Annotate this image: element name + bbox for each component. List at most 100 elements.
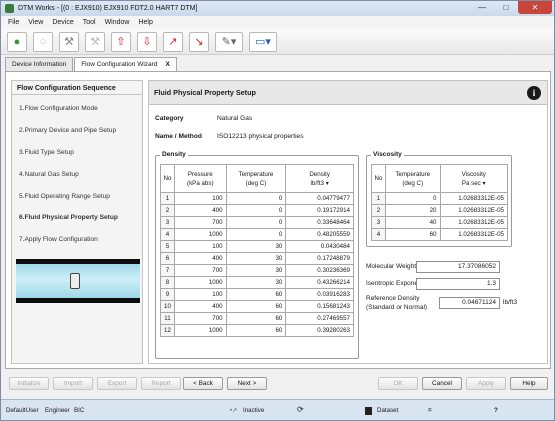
cell-density[interactable]: 0.39280263 [285, 324, 354, 337]
table-row[interactable]: 7 700 30 0.30236369 [160, 264, 354, 277]
density-unit-dropdown[interactable]: lb/ft3 ▾ [286, 180, 353, 187]
table-row[interactable]: 10 400 60 0.15681243 [160, 300, 354, 313]
table-row[interactable]: 2 400 0 0.19172914 [160, 204, 354, 217]
cell-pressure[interactable]: 1000 [173, 324, 227, 337]
cell-temperature[interactable]: 0 [384, 192, 441, 205]
cell-temperature[interactable]: 30 [225, 252, 287, 265]
report-button[interactable]: Report [141, 377, 181, 390]
isentropic-exponent-field[interactable]: 1.3 [416, 278, 500, 290]
table-row[interactable]: 1 100 0 0.04779477 [160, 192, 354, 205]
menu-view[interactable]: View [28, 19, 43, 26]
upload-icon[interactable]: ⇧ [111, 31, 131, 52]
info-icon[interactable]: i [527, 86, 541, 100]
cell-density[interactable]: 0.17248879 [285, 252, 354, 265]
cell-pressure[interactable]: 700 [173, 312, 227, 325]
cell-viscosity[interactable]: 1.02683312E-05 [439, 192, 508, 205]
maximize-icon[interactable]: □ [494, 1, 518, 14]
cell-temperature[interactable]: 20 [384, 204, 441, 217]
cell-temperature[interactable]: 60 [225, 324, 287, 337]
table-row[interactable]: 3 40 1.02683312E-05 [371, 216, 508, 229]
cell-density[interactable]: 0.43266214 [285, 276, 354, 289]
tab-flow-configuration-wizard[interactable]: Flow Configuration Wizard X [74, 57, 177, 71]
cell-viscosity[interactable]: 1.02683312E-05 [439, 216, 508, 229]
cell-temperature[interactable]: 0 [225, 216, 287, 229]
menu-file[interactable]: File [8, 19, 19, 26]
cell-pressure[interactable]: 400 [173, 204, 227, 217]
table-row[interactable]: 4 1000 0 0.48205559 [160, 228, 354, 241]
minimize-icon[interactable]: — [470, 1, 494, 14]
cell-density[interactable]: 0.30236369 [285, 264, 354, 277]
import-button[interactable]: Import [53, 377, 93, 390]
cell-temperature[interactable]: 30 [225, 240, 287, 253]
tool-disabled-icon[interactable]: ⚒ [85, 31, 105, 52]
cell-temperature[interactable]: 40 [384, 216, 441, 229]
cell-density[interactable]: 0.03916283 [285, 288, 354, 301]
cell-pressure[interactable]: 400 [173, 300, 227, 313]
menu-help[interactable]: Help [138, 19, 152, 26]
arrow-down-icon[interactable]: ↘ [189, 31, 209, 52]
cell-pressure[interactable]: 1000 [173, 276, 227, 289]
monitor-icon[interactable]: ▭▾ [249, 31, 277, 52]
menu-device[interactable]: Device [52, 19, 73, 26]
next-button[interactable]: Next > [227, 377, 267, 390]
table-row[interactable]: 9 100 60 0.03916283 [160, 288, 354, 301]
help-icon[interactable]: ? [494, 407, 498, 414]
cell-density[interactable]: 0.27469557 [285, 312, 354, 325]
disconnect-icon[interactable]: ○ [33, 31, 53, 52]
table-row[interactable]: 1 0 1.02683312E-05 [371, 192, 508, 205]
menu-tool[interactable]: Tool [83, 19, 96, 26]
cell-pressure[interactable]: 700 [173, 264, 227, 277]
cell-temperature[interactable]: 60 [225, 300, 287, 313]
cell-temperature[interactable]: 30 [225, 276, 287, 289]
viscosity-unit-dropdown[interactable]: Pa sec ▾ [441, 180, 508, 187]
cell-viscosity[interactable]: 1.02683312E-05 [439, 228, 508, 241]
table-row[interactable]: 6 400 30 0.17248879 [160, 252, 354, 265]
cell-viscosity[interactable]: 1.02683312E-05 [439, 204, 508, 217]
molecular-weight-field[interactable]: 17.37086052 [416, 261, 500, 273]
cancel-button[interactable]: Cancel [422, 377, 462, 390]
wand-icon[interactable]: ✎▾ [215, 31, 243, 52]
cell-pressure[interactable]: 100 [173, 288, 227, 301]
ok-button[interactable]: OK [378, 377, 418, 390]
help-button[interactable]: Help [510, 377, 548, 390]
download-icon[interactable]: ⇩ [137, 31, 157, 52]
connect-icon[interactable]: ● [7, 31, 27, 52]
tool-icon[interactable]: ⚒ [59, 31, 79, 52]
table-row[interactable]: 4 60 1.02683312E-05 [371, 228, 508, 241]
cell-density[interactable]: 0.0430484 [285, 240, 354, 253]
reference-density-field[interactable]: 0.04671124 [439, 297, 500, 309]
cell-temperature[interactable]: 0 [225, 228, 287, 241]
initialize-button[interactable]: Initialize [9, 377, 49, 390]
table-row[interactable]: 2 20 1.02683312E-05 [371, 204, 508, 217]
close-tab-icon[interactable]: X [165, 61, 169, 68]
table-row[interactable]: 8 1000 30 0.43266214 [160, 276, 354, 289]
cell-density[interactable]: 0.48205559 [285, 228, 354, 241]
cell-pressure[interactable]: 400 [173, 252, 227, 265]
menu-window[interactable]: Window [105, 19, 130, 26]
cell-density[interactable]: 0.15681243 [285, 300, 354, 313]
cell-temperature[interactable]: 0 [225, 204, 287, 217]
cell-temperature[interactable]: 60 [225, 312, 287, 325]
cell-temperature[interactable]: 60 [225, 288, 287, 301]
refresh-icon[interactable]: ⟳ [297, 405, 304, 414]
cell-pressure[interactable]: 1000 [173, 228, 227, 241]
close-window-icon[interactable]: ✕ [518, 1, 552, 14]
export-button[interactable]: Export [97, 377, 137, 390]
cell-density[interactable]: 0.19172914 [285, 204, 354, 217]
table-row[interactable]: 3 700 0 0.33648464 [160, 216, 354, 229]
tab-device-information[interactable]: Device Information [5, 57, 74, 71]
apply-button[interactable]: Apply [466, 377, 506, 390]
cell-density[interactable]: 0.33648464 [285, 216, 354, 229]
cell-temperature[interactable]: 60 [384, 228, 441, 241]
arrow-up-icon[interactable]: ↗ [163, 31, 183, 52]
table-row[interactable]: 5 100 30 0.0430484 [160, 240, 354, 253]
cell-density[interactable]: 0.04779477 [285, 192, 354, 205]
cell-temperature[interactable]: 30 [225, 264, 287, 277]
cell-temperature[interactable]: 0 [225, 192, 287, 205]
table-row[interactable]: 11 700 60 0.27469557 [160, 312, 354, 325]
table-row[interactable]: 12 1000 60 0.39280263 [160, 324, 354, 337]
back-button[interactable]: < Back [183, 377, 223, 390]
cell-pressure[interactable]: 100 [173, 192, 227, 205]
cell-pressure[interactable]: 700 [173, 216, 227, 229]
cell-pressure[interactable]: 100 [173, 240, 227, 253]
